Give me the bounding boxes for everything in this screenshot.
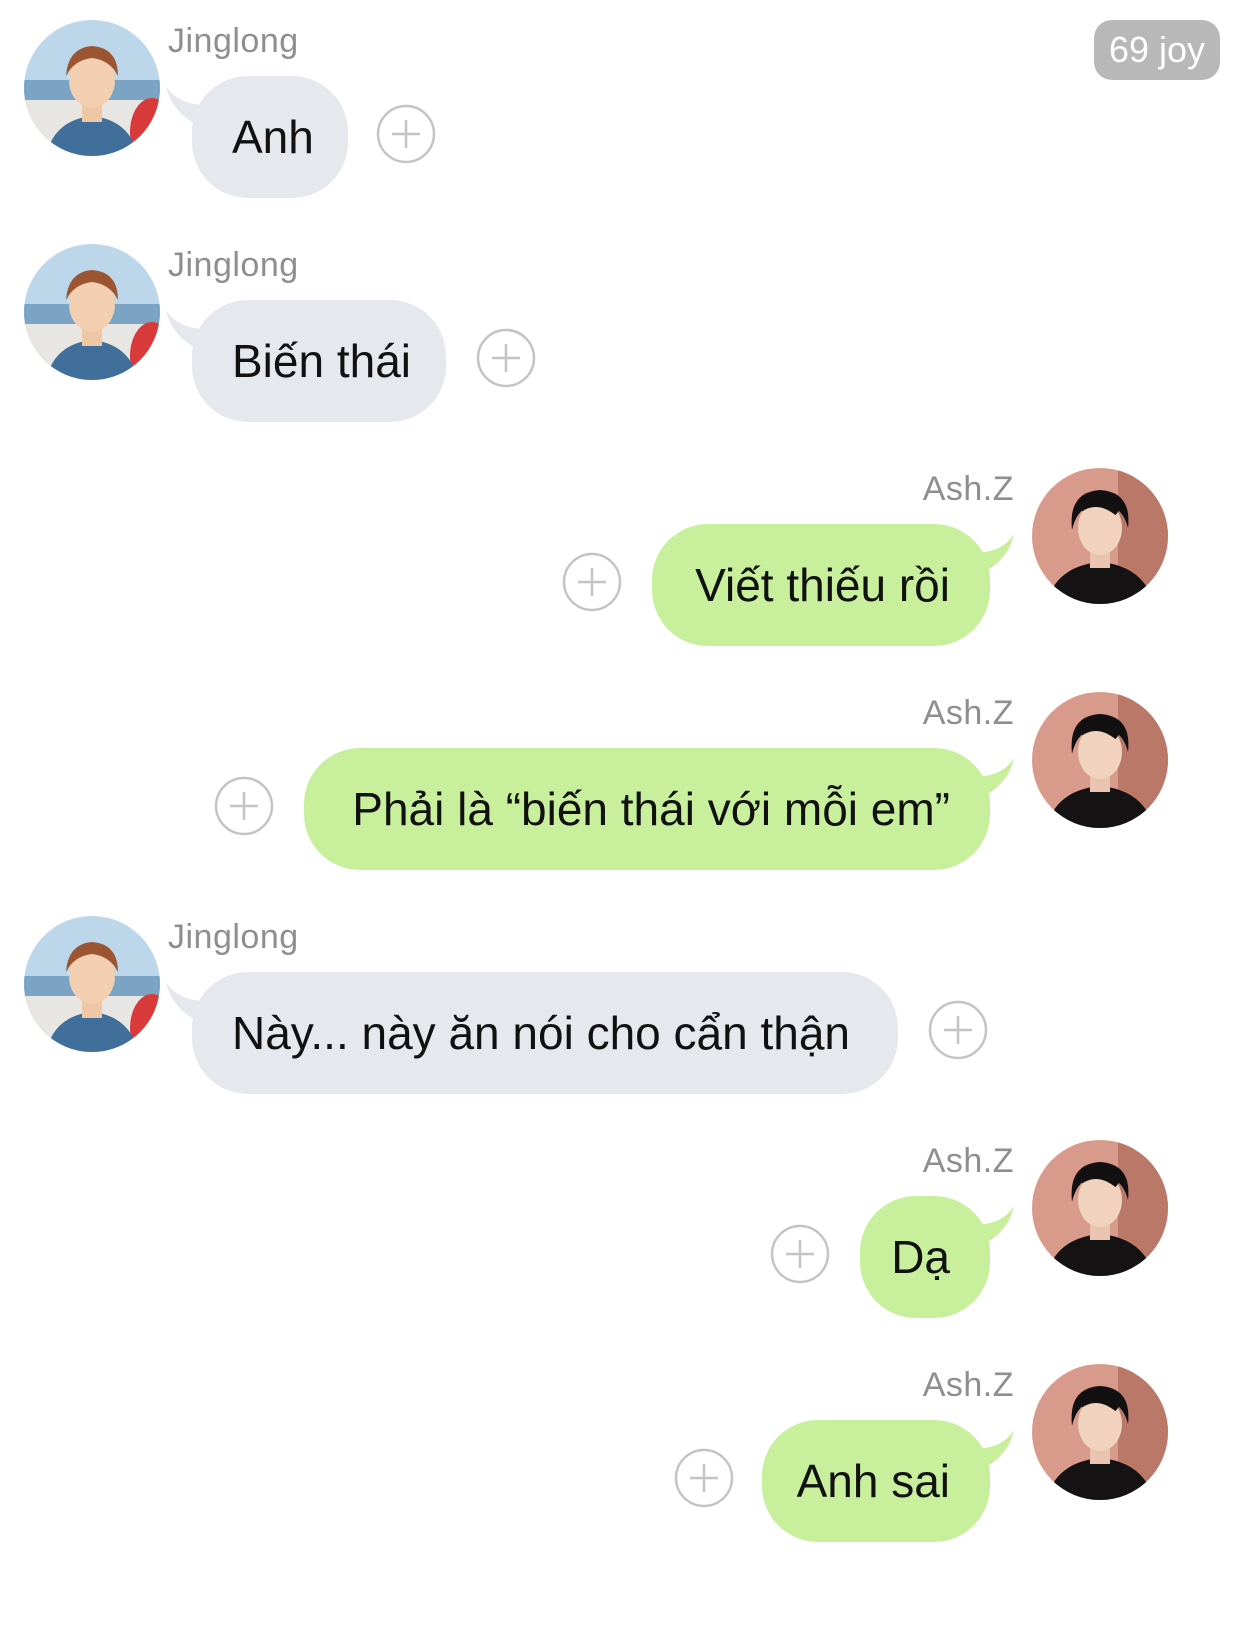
avatar-ashz-image [1032, 1140, 1168, 1276]
message-bubble-outgoing[interactable]: Dạ [860, 1196, 990, 1318]
sender-name: Jinglong [168, 22, 299, 60]
plus-circle-icon[interactable] [376, 104, 436, 164]
avatar-ashz-image [1032, 692, 1168, 828]
avatar-ashz[interactable] [1032, 1364, 1168, 1500]
avatar-ashz-image [1032, 468, 1168, 604]
message-text: Phải là “biến thái với mỗi em” [352, 783, 950, 835]
avatar-ashz[interactable] [1032, 692, 1168, 828]
sender-name: Ash.Z [922, 1142, 1014, 1180]
joy-badge[interactable]: 69 joy [1094, 20, 1220, 80]
avatar-ashz[interactable] [1032, 1140, 1168, 1276]
plus-circle-icon[interactable] [674, 1448, 734, 1508]
sender-name: Jinglong [168, 918, 299, 956]
avatar-jinglong[interactable] [24, 20, 160, 156]
plus-circle-icon[interactable] [562, 552, 622, 612]
sender-name: Jinglong [168, 246, 299, 284]
sender-name: Ash.Z [922, 470, 1014, 508]
plus-circle-icon[interactable] [476, 328, 536, 388]
plus-circle-icon[interactable] [770, 1224, 830, 1284]
message-bubble-incoming[interactable]: Anh [192, 76, 348, 198]
message-text: Dạ [891, 1231, 950, 1283]
plus-circle-icon[interactable] [214, 776, 274, 836]
message-bubble-incoming[interactable]: Biến thái [192, 300, 446, 422]
message-bubble-incoming[interactable]: Này... này ăn nói cho cẩn thận [192, 972, 898, 1094]
message-bubble-outgoing[interactable]: Phải là “biến thái với mỗi em” [304, 748, 990, 870]
avatar-jinglong[interactable] [24, 916, 160, 1052]
avatar-ashz-image [1032, 1364, 1168, 1500]
message-bubble-outgoing[interactable]: Viết thiếu rồi [652, 524, 990, 646]
avatar-jinglong-image [24, 20, 160, 156]
sender-name: Ash.Z [922, 694, 1014, 732]
message-text: Này... này ăn nói cho cẩn thận [232, 1007, 850, 1059]
avatar-jinglong-image [24, 244, 160, 380]
message-text: Anh [232, 111, 314, 163]
avatar-jinglong[interactable] [24, 244, 160, 380]
avatar-ashz[interactable] [1032, 468, 1168, 604]
avatar-jinglong-image [24, 916, 160, 1052]
sender-name: Ash.Z [922, 1366, 1014, 1404]
chat-screen: 69 joy Jinglong Anh Jinglong Biến thái A… [0, 0, 1242, 1647]
message-bubble-outgoing[interactable]: Anh sai [762, 1420, 990, 1542]
message-text: Biến thái [232, 335, 412, 387]
message-text: Anh sai [796, 1455, 950, 1507]
message-text: Viết thiếu rồi [695, 559, 950, 611]
plus-circle-icon[interactable] [928, 1000, 988, 1060]
